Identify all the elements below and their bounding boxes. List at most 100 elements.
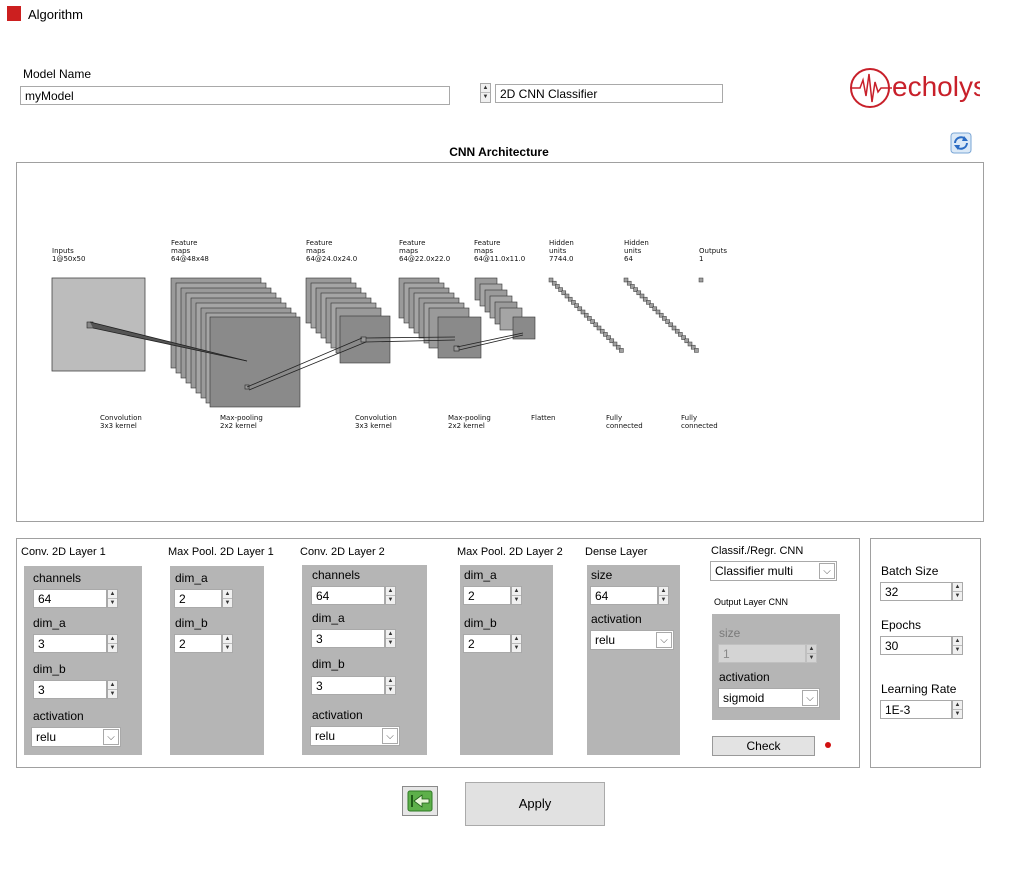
spin-up-icon[interactable]: ▲ [481, 84, 490, 93]
pool1-dim-b-spinner[interactable]: ▲ ▼ [222, 634, 233, 653]
conv2-channels-spinner[interactable]: ▲ ▼ [385, 586, 396, 605]
spin-down-icon[interactable]: ▼ [108, 599, 117, 607]
batch-size-input[interactable]: 32 [880, 582, 952, 601]
conv1-dim-b-input[interactable]: 3 [33, 680, 107, 699]
spin-up-icon[interactable]: ▲ [953, 701, 962, 710]
arch-label-fmaps-1: Feature maps 64@48x48 [171, 239, 209, 263]
conv2-title: Conv. 2D Layer 2 [300, 546, 385, 558]
spin-down-icon[interactable]: ▼ [386, 686, 395, 694]
conv1-channels-input[interactable]: 64 [33, 589, 107, 608]
arch-label-inputs: Inputs 1@50x50 [52, 247, 86, 263]
batch-size-spinner[interactable]: ▲ ▼ [952, 582, 963, 601]
classif-type-value: Classifier multi [715, 564, 794, 578]
spin-up-icon: ▲ [807, 646, 816, 654]
dense-title: Dense Layer [585, 546, 648, 558]
pool1-title: Max Pool. 2D Layer 1 [168, 546, 274, 558]
chevron-down-icon[interactable]: ⌵ [103, 729, 119, 745]
arch-op-conv-2: Convolution 3x3 kernel [355, 414, 397, 430]
conv2-dim-b-label: dim_b [312, 657, 345, 671]
output-size-input: 1 [718, 644, 806, 663]
spin-up-icon[interactable]: ▲ [953, 583, 962, 592]
architecture-diagram [17, 163, 983, 521]
dense-size-label: size [591, 568, 613, 582]
spin-up-icon[interactable]: ▲ [512, 587, 521, 596]
spin-up-icon[interactable]: ▲ [223, 590, 232, 599]
conv1-dim-b-spinner[interactable]: ▲ ▼ [107, 680, 118, 699]
conv2-activation-label: activation [312, 708, 363, 722]
conv2-dim-a-label: dim_a [312, 611, 345, 625]
model-type-field[interactable]: 2D CNN Classifier [495, 84, 723, 103]
epochs-input[interactable]: 30 [880, 636, 952, 655]
spin-down-icon[interactable]: ▼ [953, 592, 962, 600]
pool1-dim-b-input[interactable]: 2 [174, 634, 222, 653]
spin-down-icon[interactable]: ▼ [386, 639, 395, 647]
pool2-dim-a-input[interactable]: 2 [463, 586, 511, 605]
model-type-spinner[interactable]: ▲ ▼ [480, 83, 491, 103]
conv2-dim-a-spinner[interactable]: ▲ ▼ [385, 629, 396, 648]
conv1-channels-spinner[interactable]: ▲ ▼ [107, 589, 118, 608]
conv2-dim-b-input[interactable]: 3 [311, 676, 385, 695]
dense-size-spinner[interactable]: ▲ ▼ [658, 586, 669, 605]
model-name-input[interactable]: myModel [20, 86, 450, 105]
learning-rate-input[interactable]: 1E-3 [880, 700, 952, 719]
pool2-dim-b-input[interactable]: 2 [463, 634, 511, 653]
spin-up-icon[interactable]: ▲ [386, 677, 395, 686]
spin-up-icon[interactable]: ▲ [108, 681, 117, 690]
spin-up-icon[interactable]: ▲ [108, 590, 117, 599]
conv1-activation-select[interactable]: relu ⌵ [31, 727, 121, 747]
pool2-dim-a-spinner[interactable]: ▲ ▼ [511, 586, 522, 605]
chevron-down-icon[interactable]: ⌵ [656, 632, 672, 648]
batch-size-label: Batch Size [881, 564, 939, 578]
spin-down-icon[interactable]: ▼ [108, 690, 117, 698]
chevron-down-icon[interactable]: ⌵ [802, 690, 818, 706]
arch-label-hidden-1: Hidden units 7744.0 [549, 239, 574, 263]
spin-up-icon[interactable]: ▲ [512, 635, 521, 644]
spin-down-icon[interactable]: ▼ [512, 596, 521, 604]
pool1-dim-a-spinner[interactable]: ▲ ▼ [222, 589, 233, 608]
spin-up-icon[interactable]: ▲ [953, 637, 962, 646]
conv2-dim-a-input[interactable]: 3 [311, 629, 385, 648]
spin-down-icon[interactable]: ▼ [659, 596, 668, 604]
output-activation-select[interactable]: sigmoid ⌵ [718, 688, 820, 708]
check-button[interactable]: Check [712, 736, 815, 756]
conv1-channels-label: channels [33, 571, 82, 585]
dense-size-input[interactable]: 64 [590, 586, 658, 605]
classif-title: Classif./Regr. CNN [711, 545, 804, 557]
spin-up-icon[interactable]: ▲ [223, 635, 232, 644]
spin-down-icon[interactable]: ▼ [512, 644, 521, 652]
conv1-dim-a-spinner[interactable]: ▲ ▼ [107, 634, 118, 653]
epochs-spinner[interactable]: ▲ ▼ [952, 636, 963, 655]
conv2-channels-input[interactable]: 64 [311, 586, 385, 605]
learning-rate-spinner[interactable]: ▲ ▼ [952, 700, 963, 719]
conv2-activation-select[interactable]: relu ⌵ [310, 726, 400, 746]
conv2-dim-b-spinner[interactable]: ▲ ▼ [385, 676, 396, 695]
conv1-dim-a-input[interactable]: 3 [33, 634, 107, 653]
spin-down-icon[interactable]: ▼ [953, 710, 962, 718]
conv2-activation-value: relu [315, 729, 336, 743]
spin-up-icon[interactable]: ▲ [386, 630, 395, 639]
conv2-channels-label: channels [312, 568, 361, 582]
spin-down-icon[interactable]: ▼ [108, 644, 117, 652]
epochs-label: Epochs [881, 618, 922, 632]
classif-type-select[interactable]: Classifier multi ⌵ [710, 561, 837, 581]
back-button[interactable] [402, 786, 438, 816]
spin-down-icon[interactable]: ▼ [386, 596, 395, 604]
spin-down-icon[interactable]: ▼ [223, 644, 232, 652]
arch-label-fmaps-3: Feature maps 64@22.0x22.0 [399, 239, 451, 263]
spin-up-icon[interactable]: ▲ [108, 635, 117, 644]
dense-activation-select[interactable]: relu ⌵ [590, 630, 674, 650]
arch-op-fc-2: Fully connected [681, 414, 718, 430]
spin-up-icon[interactable]: ▲ [659, 587, 668, 596]
spin-up-icon[interactable]: ▲ [386, 587, 395, 596]
chevron-down-icon[interactable]: ⌵ [819, 563, 835, 579]
spin-down-icon[interactable]: ▼ [223, 599, 232, 607]
output-size-spinner: ▲ ▼ [806, 644, 817, 663]
apply-button[interactable]: Apply [465, 782, 605, 826]
spin-down-icon[interactable]: ▼ [481, 93, 490, 101]
chevron-down-icon[interactable]: ⌵ [382, 728, 398, 744]
spin-down-icon[interactable]: ▼ [953, 646, 962, 654]
pool2-dim-b-spinner[interactable]: ▲ ▼ [511, 634, 522, 653]
arch-op-pool-1: Max-pooling 2x2 kernel [220, 414, 263, 430]
conv1-activation-label: activation [33, 709, 84, 723]
pool1-dim-a-input[interactable]: 2 [174, 589, 222, 608]
